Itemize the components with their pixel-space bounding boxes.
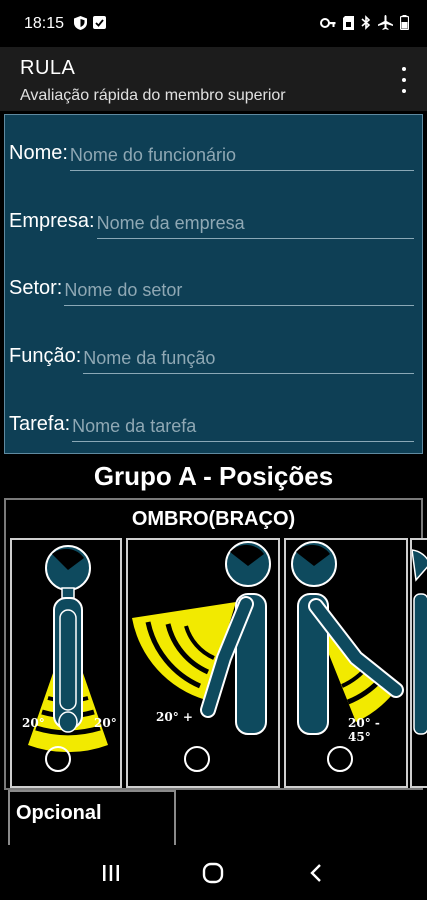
back-icon[interactable] [296,853,336,893]
angle-label: 20° [22,716,45,730]
key-icon [320,17,336,30]
airplane-icon [378,15,393,32]
shoulder-option-3[interactable]: 20° - 45° [284,538,408,788]
status-bar: 18:15 [0,0,427,47]
shoulder-group: OMBRO(BRAÇO) 20° 20° 20° + 20° - 45° [4,498,427,790]
nome-input[interactable] [69,145,414,166]
angle-label: 20° - 45° [348,716,380,744]
identification-form: Nome: Empresa: Setor: Função: Tarefa: [4,114,423,454]
form-row-funcao: Função: [9,334,414,374]
optional-section: Opcional [8,790,176,845]
more-vert-icon[interactable] [395,67,413,93]
app-title: RULA [20,57,76,79]
shield-icon [74,15,88,32]
navigation-bar [0,845,427,900]
screenshot-icon [93,16,107,31]
home-icon[interactable] [193,853,233,893]
empresa-input[interactable] [96,213,414,234]
angle-label: 20° + [156,710,193,724]
shoulder-option-2[interactable]: 20° + [126,538,280,788]
recents-icon[interactable] [91,853,131,893]
setor-input[interactable] [64,280,414,301]
form-row-nome: Nome: [9,131,414,171]
group-a-title: Grupo A - Posições [93,461,334,491]
setor-label: Setor: [9,277,63,299]
app-subtitle: Avaliação rápida do membro superior [20,87,286,104]
battery-icon [399,15,410,32]
option-3-radio[interactable] [327,746,353,772]
form-row-empresa: Empresa: [9,199,414,239]
tarefa-label: Tarefa: [9,413,71,435]
nome-label: Nome: [9,142,68,164]
tarefa-input[interactable] [72,416,414,437]
form-row-setor: Setor: [9,266,414,306]
shoulder-option-1[interactable]: 20° 20° [10,538,122,788]
sim-icon [343,15,354,32]
form-row-tarefa: Tarefa: [9,402,414,442]
shoulder-title: OMBRO(BRAÇO) [131,508,296,530]
angle-label: 20° [94,716,117,730]
empresa-label: Empresa: [9,210,95,232]
funcao-label: Função: [9,345,82,367]
status-time: 18:15 [24,14,65,32]
funcao-input[interactable] [83,348,414,369]
option-2-radio[interactable] [184,746,210,772]
option-1-radio[interactable] [45,746,71,772]
app-bar: RULA Avaliação rápida do membro superior [0,47,427,111]
optional-title: Opcional [16,802,102,824]
shoulder-option-4[interactable] [410,538,427,788]
bluetooth-icon [361,15,371,32]
